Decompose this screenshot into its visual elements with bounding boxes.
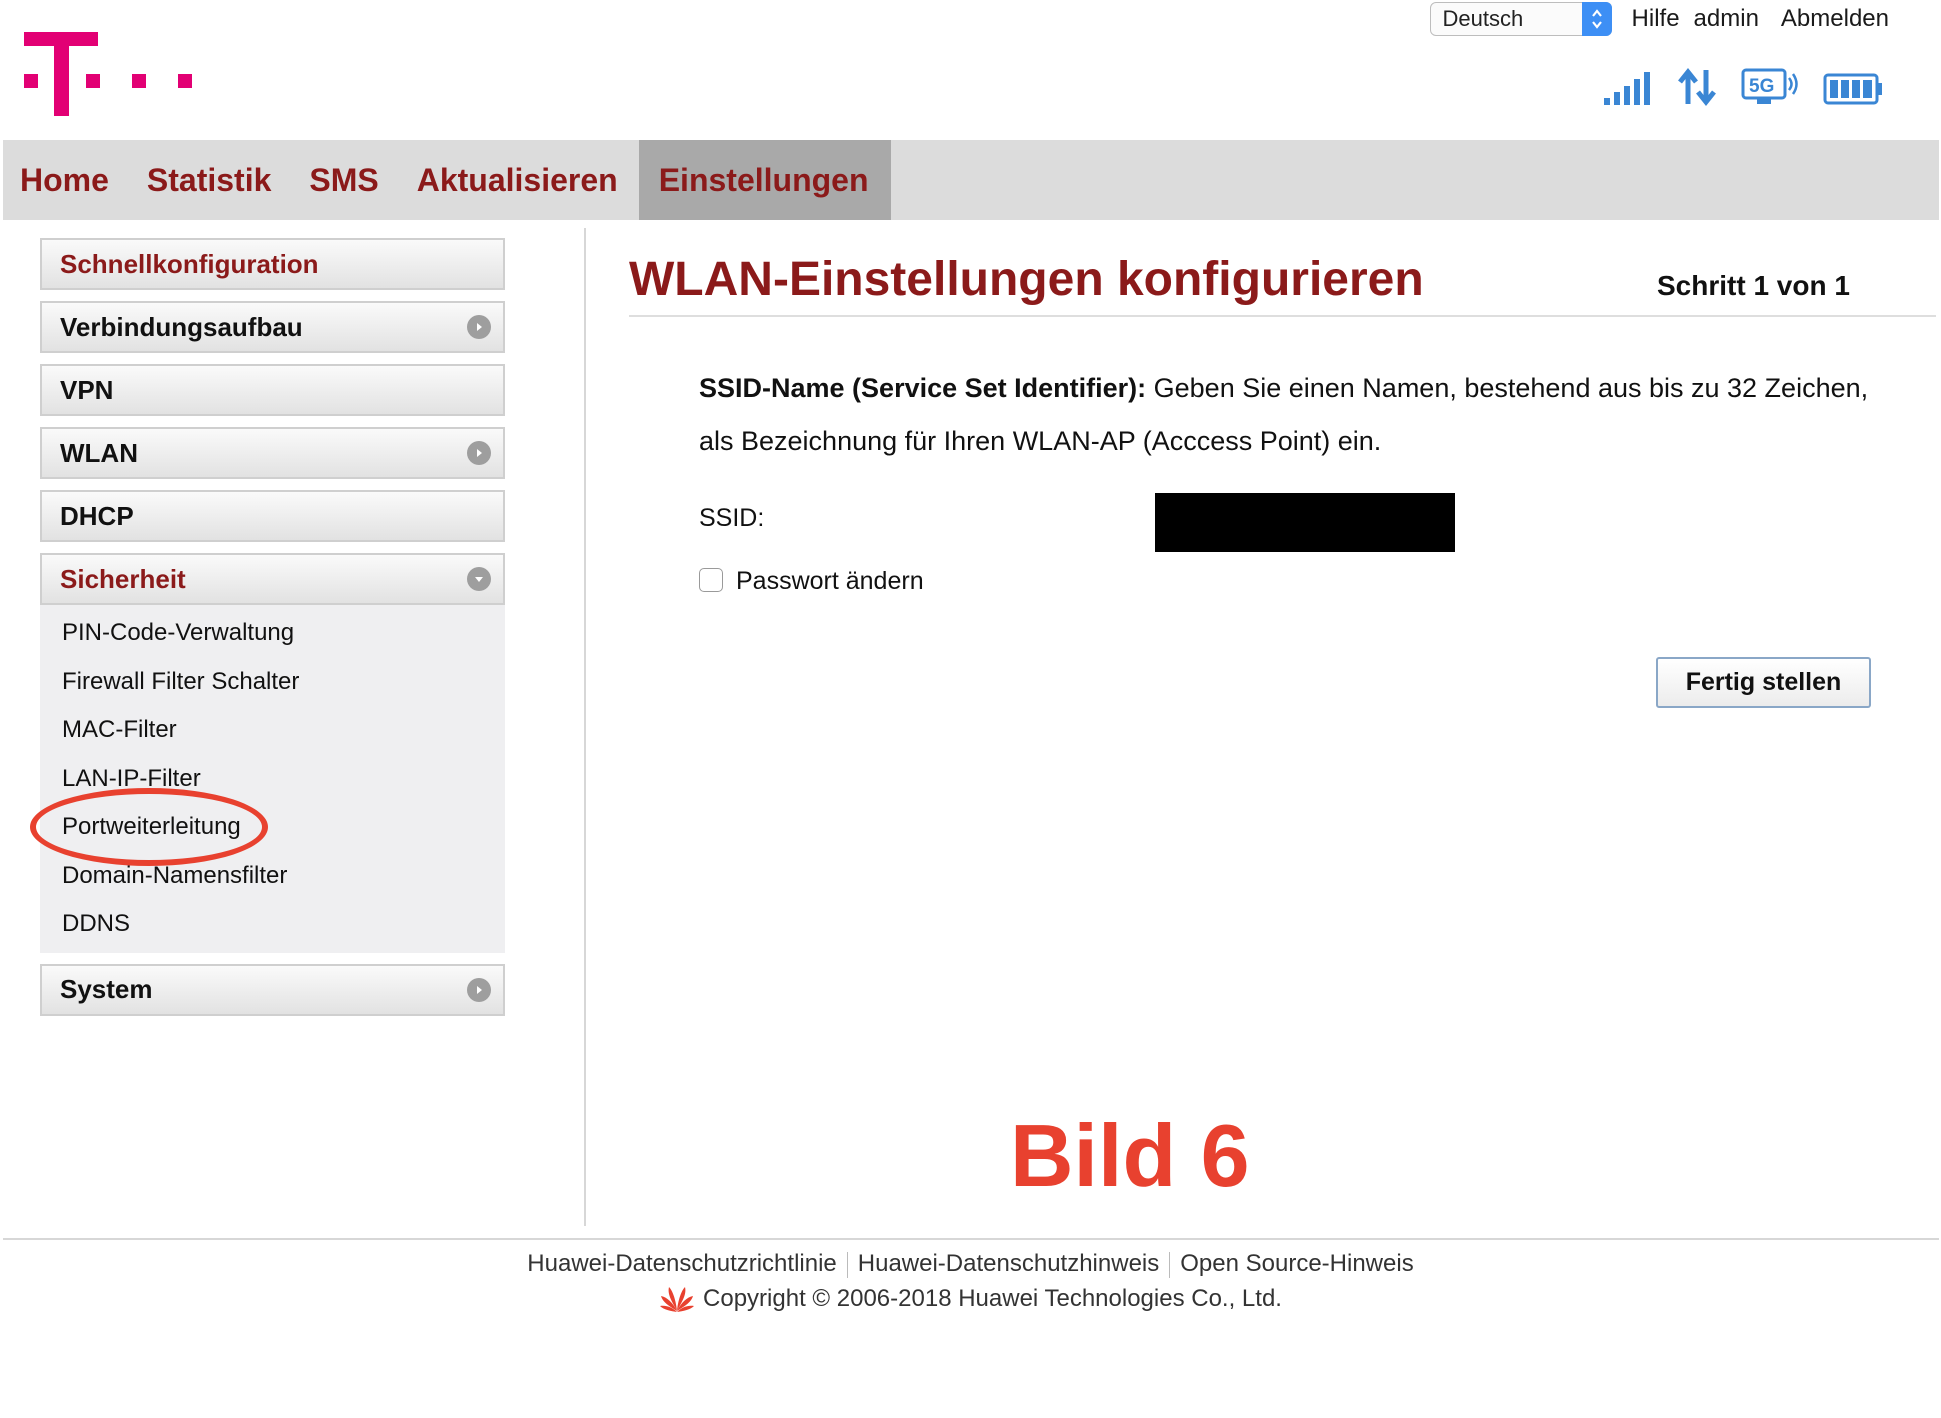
- nav-aktualisieren[interactable]: Aktualisieren: [400, 140, 639, 220]
- submenu-item-mac-filter[interactable]: MAC-Filter: [40, 706, 505, 755]
- footer-separator: [1169, 1251, 1171, 1278]
- sidebar-item-wlan[interactable]: WLAN: [40, 427, 505, 479]
- footer-links: Huawei-Datenschutzrichtlinie Huawei-Daten…: [0, 1250, 1941, 1278]
- main-nav: Home Statistik SMS Aktualisieren Einstel…: [3, 140, 1939, 220]
- ssid-input[interactable]: [1155, 493, 1455, 552]
- vertical-divider: [584, 228, 586, 1226]
- step-indicator: Schritt 1 von 1: [1657, 270, 1850, 301]
- sidebar-item-sicherheit[interactable]: Sicherheit: [40, 553, 505, 605]
- submenu-item-lan-ip-filter[interactable]: LAN-IP-Filter: [40, 755, 505, 804]
- sidebar-item-label: Schnellkonfiguration: [60, 248, 319, 279]
- 5g-network-icon: 5G: [1741, 68, 1798, 104]
- submenu-item-domain-filter[interactable]: Domain-Namensfilter: [40, 852, 505, 901]
- sidebar-item-verbindungsaufbau[interactable]: Verbindungsaufbau: [40, 301, 505, 353]
- sidebar-item-label: System: [60, 974, 153, 1004]
- nav-home[interactable]: Home: [3, 140, 130, 220]
- security-submenu: PIN-Code-Verwaltung Firewall Filter Scha…: [40, 605, 505, 953]
- chevron-right-icon: [467, 315, 491, 339]
- sidebar-item-label: Sicherheit: [60, 563, 186, 594]
- huawei-logo-icon: [660, 1287, 695, 1312]
- sidebar-item-label: VPN: [60, 374, 114, 405]
- ssid-description: SSID-Name (Service Set Identifier): Gebe…: [699, 362, 1899, 468]
- copyright: Copyright © 2006-2018 Huawei Technologie…: [0, 1285, 1941, 1313]
- submenu-item-pin-code[interactable]: PIN-Code-Verwaltung: [40, 609, 505, 658]
- footer-divider: [3, 1238, 1939, 1240]
- sidebar-item-label: Verbindungsaufbau: [60, 311, 303, 342]
- submenu-item-firewall[interactable]: Firewall Filter Schalter: [40, 658, 505, 707]
- sidebar-item-label: WLAN: [60, 437, 138, 468]
- help-link[interactable]: Hilfe: [1632, 5, 1680, 33]
- annotation-label: Bild 6: [1010, 1106, 1250, 1205]
- language-select[interactable]: Deutsch: [1429, 2, 1612, 36]
- signal-strength-icon: [1604, 72, 1650, 105]
- ssid-label: SSID:: [699, 504, 765, 532]
- chevron-right-icon: [467, 441, 491, 465]
- sidebar-item-schnellkonfiguration[interactable]: Schnellkonfiguration: [40, 238, 505, 290]
- data-transfer-icon: [1678, 68, 1716, 106]
- ssid-description-heading: SSID-Name (Service Set Identifier):: [699, 373, 1147, 403]
- copyright-text: Copyright © 2006-2018 Huawei Technologie…: [703, 1285, 1282, 1312]
- finish-button[interactable]: Fertig stellen: [1656, 657, 1871, 708]
- open-source-link[interactable]: Open Source-Hinweis: [1180, 1250, 1413, 1277]
- status-icons: 5G: [1603, 68, 1883, 106]
- sidebar-item-label: DHCP: [60, 500, 134, 531]
- nav-statistik[interactable]: Statistik: [130, 140, 292, 220]
- top-bar: Deutsch Hilfe admin Abmelden: [1429, 2, 1889, 36]
- footer-separator: [846, 1251, 848, 1278]
- submenu-item-ddns[interactable]: DDNS: [40, 900, 505, 949]
- logout-link[interactable]: Abmelden: [1781, 5, 1889, 33]
- nav-sms[interactable]: SMS: [292, 140, 399, 220]
- svg-text:5G: 5G: [1749, 76, 1774, 97]
- chevron-right-icon: [467, 977, 491, 1002]
- sidebar-item-dhcp[interactable]: DHCP: [40, 490, 505, 542]
- submenu-item-port-forwarding[interactable]: Portweiterleitung: [40, 803, 505, 852]
- language-value: Deutsch: [1442, 6, 1524, 31]
- nav-einstellungen[interactable]: Einstellungen: [638, 140, 891, 220]
- change-password-label[interactable]: Passwort ändern: [736, 567, 924, 596]
- sidebar: Schnellkonfiguration Verbindungsaufbau V…: [40, 238, 505, 1027]
- telekom-logo-icon: [24, 32, 192, 116]
- battery-icon: [1823, 73, 1882, 105]
- user-link[interactable]: admin: [1694, 5, 1759, 33]
- sidebar-item-vpn[interactable]: VPN: [40, 364, 505, 416]
- change-password-checkbox[interactable]: [699, 568, 723, 592]
- title-divider: [629, 315, 1936, 317]
- select-arrows-icon: [1581, 2, 1612, 36]
- privacy-notice-link[interactable]: Huawei-Datenschutzhinweis: [858, 1250, 1159, 1277]
- chevron-down-icon: [467, 567, 491, 591]
- page-title: WLAN-Einstellungen konfigurieren: [629, 253, 1424, 306]
- privacy-policy-link[interactable]: Huawei-Datenschutzrichtlinie: [527, 1250, 836, 1277]
- sidebar-item-system[interactable]: System: [40, 963, 505, 1016]
